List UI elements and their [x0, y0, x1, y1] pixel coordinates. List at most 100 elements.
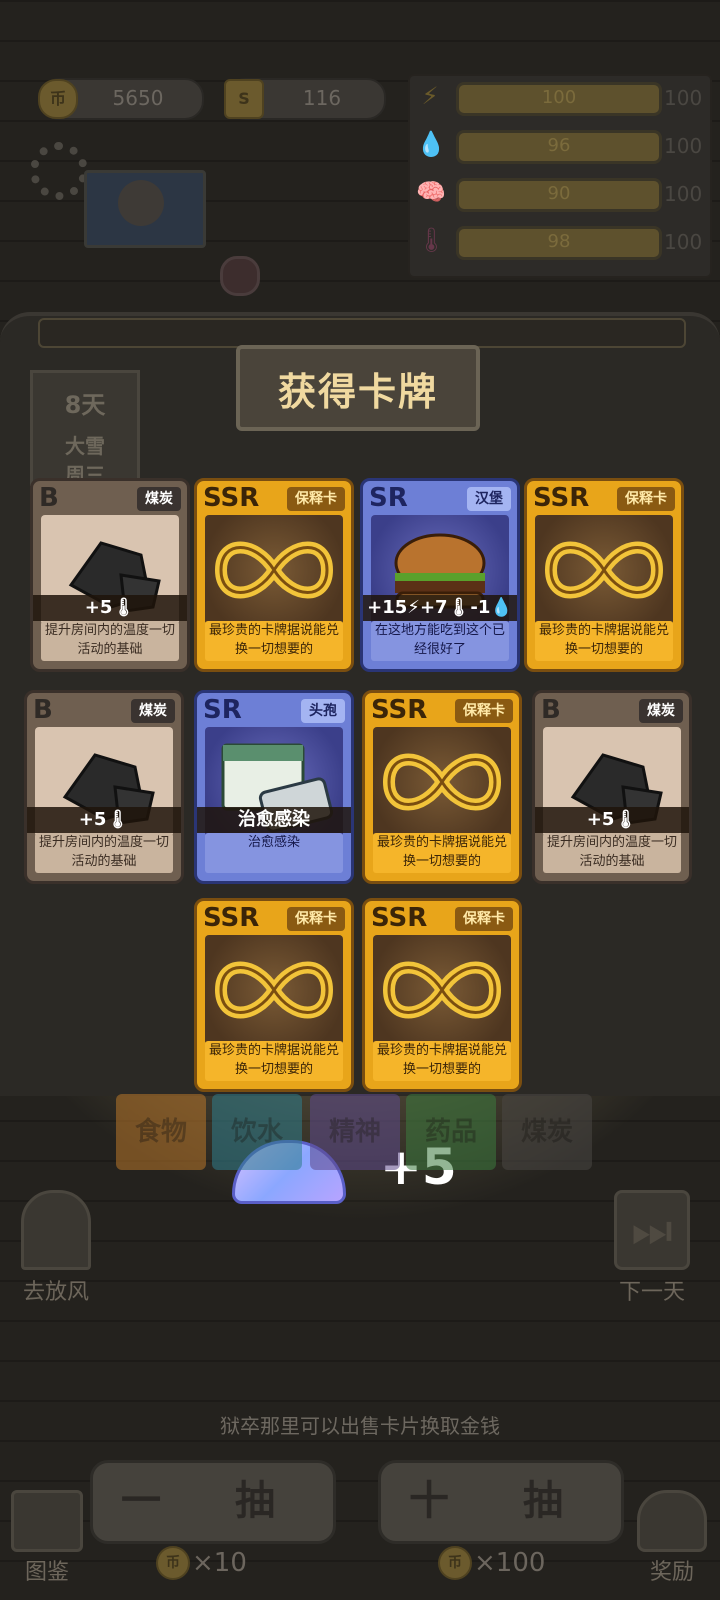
card-7[interactable]: SSR 保释卡最珍贵的卡牌据说能兑换一切想要的: [362, 690, 522, 884]
hint-text: 狱卒那里可以出售卡片换取金钱: [220, 1414, 500, 1438]
card-rarity: SSR: [533, 483, 590, 513]
card-description: 最珍贵的卡牌据说能兑换一切想要的: [535, 621, 673, 661]
card-description: 最珍贵的卡牌据说能兑换一切想要的: [373, 833, 511, 873]
card-tag: 煤炭: [131, 699, 175, 723]
card-tag: 保释卡: [287, 487, 345, 511]
mouse-icon: [637, 1490, 707, 1552]
card-description: 提升房间内的温度一切活动的基础: [41, 621, 179, 661]
card-description: 提升房间内的温度一切活动的基础: [35, 833, 173, 873]
temperature-bar: 98: [456, 226, 662, 260]
card-9[interactable]: SSR 保释卡最珍贵的卡牌据说能兑换一切想要的: [194, 898, 354, 1092]
card-rarity: SSR: [371, 903, 428, 933]
card-description: 最珍贵的卡牌据说能兑换一切想要的: [373, 1041, 511, 1081]
status-panel: ⚡ 100 100 💧 96 100 🧠 90 100 🌡 98 100: [408, 74, 712, 278]
card-rarity: SSR: [371, 695, 428, 725]
ten-draw-button[interactable]: 十 抽: [378, 1460, 624, 1544]
top-rail: [38, 318, 686, 348]
card-art: [373, 935, 511, 1045]
guide-button[interactable]: 图鉴: [10, 1490, 84, 1590]
water-max: 100: [664, 134, 703, 158]
card-effect: 治愈感染: [197, 807, 351, 833]
tab-3[interactable]: 精神: [310, 1094, 400, 1170]
card-rarity: SSR: [203, 483, 260, 513]
card-rarity: B: [39, 483, 59, 513]
energy-max: 100: [664, 86, 703, 110]
ten-draw-cost: ×100: [474, 1548, 546, 1578]
coin-counter: 币 5650: [38, 78, 204, 120]
book-icon: [11, 1490, 83, 1552]
card-description: 提升房间内的温度一切活动的基础: [543, 833, 681, 873]
card-rarity: SR: [369, 483, 408, 513]
card-8[interactable]: B 煤炭 +5🌡 提升房间内的温度一切活动的基础: [532, 690, 692, 884]
next-icon: ⏭: [614, 1190, 690, 1270]
temperature-icon: 🌡: [416, 226, 447, 254]
reward-label: 奖励: [649, 1560, 694, 1585]
token-counter: S 116: [224, 78, 386, 120]
card-tag: 煤炭: [137, 487, 181, 511]
card-3[interactable]: SR 汉堡 +15⚡+7🌡-1💧 在这地方能吃到这个已经很好了: [360, 478, 520, 672]
calendar-day: 8天: [64, 391, 106, 419]
water-icon: 💧: [416, 130, 446, 158]
tab-1[interactable]: 食物: [116, 1094, 206, 1170]
record-button[interactable]: [220, 256, 260, 296]
go-outside-label: 去放风: [22, 1280, 89, 1305]
token-amount: 116: [302, 86, 342, 110]
tab-2[interactable]: 饮水: [212, 1094, 302, 1170]
single-draw-cost: ×10: [192, 1548, 247, 1578]
card-1[interactable]: B 煤炭 +5🌡 提升房间内的温度一切活动的基础: [30, 478, 190, 672]
card-rarity: SR: [203, 695, 242, 725]
card-rarity: B: [541, 695, 561, 725]
card-effect: +5🌡: [27, 807, 181, 833]
card-description: 最珍贵的卡牌据说能兑换一切想要的: [205, 621, 343, 661]
card-6[interactable]: SR 头孢治愈感染 治愈感染: [194, 690, 354, 884]
token-icon: S: [224, 79, 264, 119]
coin-icon: 币: [38, 79, 78, 119]
energy-bar: 100: [456, 82, 662, 116]
card-rarity: SSR: [203, 903, 260, 933]
card-10[interactable]: SSR 保释卡最珍贵的卡牌据说能兑换一切想要的: [362, 898, 522, 1092]
tab-5[interactable]: 煤炭: [502, 1094, 592, 1170]
card-4[interactable]: SSR 保释卡最珍贵的卡牌据说能兑换一切想要的: [524, 478, 684, 672]
tab-4[interactable]: 药品: [406, 1094, 496, 1170]
reward-button[interactable]: 奖励: [634, 1490, 710, 1590]
guide-label: 图鉴: [24, 1560, 69, 1585]
card-effect: +15⚡+7🌡-1💧: [363, 595, 517, 621]
card-tag: 保释卡: [287, 907, 345, 931]
single-draw-button[interactable]: 一 抽: [90, 1460, 336, 1544]
energy-icon: ⚡: [421, 82, 439, 110]
card-effect: +5🌡: [33, 595, 187, 621]
coin-amount: 5650: [112, 86, 164, 110]
card-tag: 汉堡: [467, 487, 511, 511]
card-art: [205, 935, 343, 1045]
brain-icon: 🧠: [416, 178, 446, 206]
calendar-weather: 大雪: [65, 434, 105, 458]
card-description: 最珍贵的卡牌据说能兑换一切想要的: [205, 1041, 343, 1081]
card-effect: +5🌡: [535, 807, 689, 833]
card-description: 在这地方能吃到这个已经很好了: [371, 621, 509, 661]
card-tag: 头孢: [301, 699, 345, 723]
next-day-button[interactable]: ⏭ 下一天: [602, 1190, 702, 1305]
card-tag: 保释卡: [617, 487, 675, 511]
card-2[interactable]: SSR 保释卡最珍贵的卡牌据说能兑换一切想要的: [194, 478, 354, 672]
mind-bar: 90: [456, 178, 662, 212]
card-art: [205, 515, 343, 625]
card-art: [373, 727, 511, 837]
card-5[interactable]: B 煤炭 +5🌡 提升房间内的温度一切活动的基础: [24, 690, 184, 884]
mind-max: 100: [664, 182, 703, 206]
coin-icon: 币: [156, 1546, 190, 1580]
avatar: [118, 180, 164, 226]
water-bar: 96: [456, 130, 662, 164]
title-sign: 获得卡牌: [236, 345, 480, 431]
card-rarity: B: [33, 695, 53, 725]
calendar: 8天 大雪 周三: [30, 370, 140, 487]
door-icon: [21, 1190, 91, 1270]
next-day-label: 下一天: [618, 1280, 685, 1305]
card-tag: 保释卡: [455, 907, 513, 931]
settings-gear-icon[interactable]: [30, 142, 88, 200]
go-outside-button[interactable]: 去放风: [6, 1190, 106, 1305]
dialog-title: 获得卡牌: [277, 370, 438, 414]
card-tag: 煤炭: [639, 699, 683, 723]
card-description: 治愈感染: [205, 833, 343, 873]
temperature-max: 100: [664, 230, 703, 254]
card-tag: 保释卡: [455, 699, 513, 723]
